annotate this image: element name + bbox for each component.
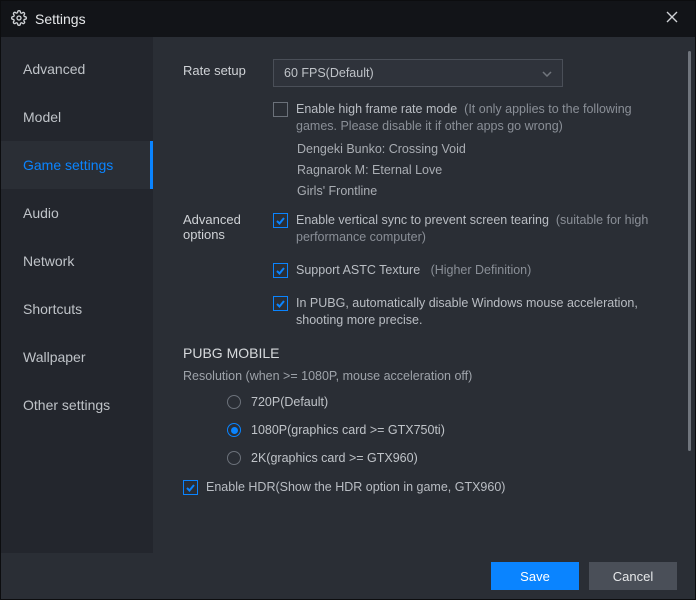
radio-icon: [227, 451, 241, 465]
pubg-mobile-heading: PUBG MOBILE: [183, 345, 667, 361]
hfr-game-list: Dengeki Bunko: Crossing Void Ragnarok M:…: [297, 142, 667, 198]
rate-setup-select[interactable]: 60 FPS(Default): [273, 59, 563, 87]
sidebar-item-label: Game settings: [23, 157, 113, 173]
resolution-caption: Resolution (when >= 1080P, mouse acceler…: [183, 369, 667, 383]
sidebar-item-shortcuts[interactable]: Shortcuts: [1, 285, 153, 333]
scrollbar[interactable]: [688, 51, 691, 451]
resolution-option-2k[interactable]: 2K(graphics card >= GTX960): [227, 451, 667, 465]
pubg-mouse-label: In PUBG, automatically disable Windows m…: [296, 295, 667, 329]
hfr-game-item: Ragnarok M: Eternal Love: [297, 163, 667, 177]
vsync-label: Enable vertical sync to prevent screen t…: [296, 212, 667, 246]
hfr-game-item: Girls' Frontline: [297, 184, 667, 198]
radio-label: 720P(Default): [251, 395, 328, 409]
vsync-checkbox[interactable]: [273, 213, 288, 228]
sidebar: Advanced Model Game settings Audio Netwo…: [1, 37, 153, 553]
cancel-button[interactable]: Cancel: [589, 562, 677, 590]
radio-label: 1080P(graphics card >= GTX750ti): [251, 423, 445, 437]
sidebar-item-audio[interactable]: Audio: [1, 189, 153, 237]
titlebar: Settings: [1, 1, 695, 37]
sidebar-item-model[interactable]: Model: [1, 93, 153, 141]
sidebar-item-label: Audio: [23, 205, 59, 221]
window-title: Settings: [35, 11, 651, 27]
gear-icon: [11, 10, 27, 29]
footer: Save Cancel: [1, 553, 695, 599]
settings-window: Settings Advanced Model Game settings Au…: [0, 0, 696, 600]
sidebar-item-label: Other settings: [23, 397, 110, 413]
sidebar-item-label: Network: [23, 253, 74, 269]
radio-label: 2K(graphics card >= GTX960): [251, 451, 418, 465]
astc-checkbox[interactable]: [273, 263, 288, 278]
sidebar-item-label: Advanced: [23, 61, 85, 77]
radio-icon: [227, 423, 241, 437]
sidebar-item-network[interactable]: Network: [1, 237, 153, 285]
rate-setup-selected: 60 FPS(Default): [284, 66, 374, 80]
save-button[interactable]: Save: [491, 562, 579, 590]
resolution-option-1080p[interactable]: 1080P(graphics card >= GTX750ti): [227, 423, 667, 437]
sidebar-item-label: Shortcuts: [23, 301, 82, 317]
sidebar-item-other-settings[interactable]: Other settings: [1, 381, 153, 429]
hdr-checkbox[interactable]: [183, 480, 198, 495]
sidebar-item-label: Wallpaper: [23, 349, 86, 365]
pubg-mouse-checkbox[interactable]: [273, 296, 288, 311]
sidebar-item-wallpaper[interactable]: Wallpaper: [1, 333, 153, 381]
hfr-label: Enable high frame rate mode (It only app…: [296, 101, 667, 135]
advanced-options-label: Advanced options: [183, 212, 273, 242]
hdr-label: Enable HDR(Show the HDR option in game, …: [206, 479, 505, 496]
radio-icon: [227, 395, 241, 409]
sidebar-item-advanced[interactable]: Advanced: [1, 45, 153, 93]
settings-panel: Rate setup 60 FPS(Default) Enable hi: [153, 37, 695, 553]
astc-label: Support ASTC Texture (Higher Definition): [296, 262, 531, 279]
resolution-option-720p[interactable]: 720P(Default): [227, 395, 667, 409]
rate-setup-label: Rate setup: [183, 59, 273, 78]
hfr-game-item: Dengeki Bunko: Crossing Void: [297, 142, 667, 156]
chevron-down-icon: [542, 66, 552, 80]
hfr-checkbox[interactable]: [273, 102, 288, 117]
resolution-radio-group: 720P(Default) 1080P(graphics card >= GTX…: [227, 395, 667, 465]
sidebar-item-label: Model: [23, 109, 61, 125]
close-icon[interactable]: [659, 10, 685, 28]
sidebar-item-game-settings[interactable]: Game settings: [1, 141, 153, 189]
